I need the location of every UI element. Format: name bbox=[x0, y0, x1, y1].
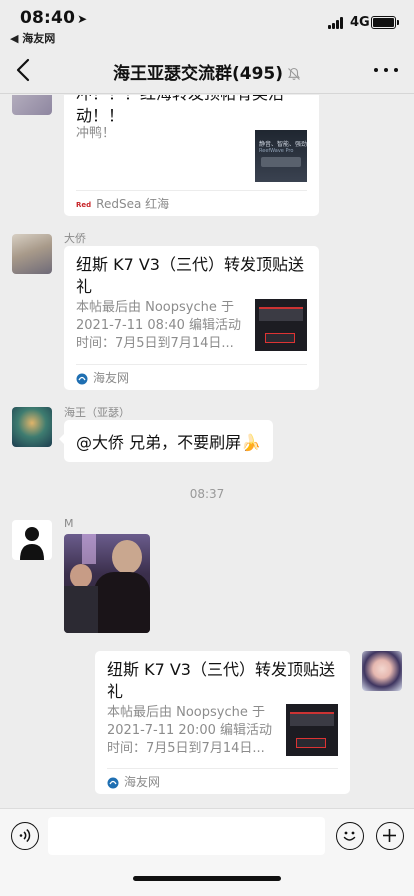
message-input[interactable] bbox=[48, 817, 325, 855]
back-to-app-link[interactable]: ◀ 海友网 bbox=[10, 30, 55, 46]
sender-name: 海王（亚瑟） bbox=[64, 406, 130, 419]
plus-icon bbox=[383, 829, 396, 842]
card-description-line: 2021-7-11 20:00 编辑活动 bbox=[107, 723, 273, 738]
battery-icon bbox=[371, 16, 399, 29]
card-source: 海友网 bbox=[107, 768, 338, 794]
emoji-icon bbox=[343, 831, 356, 841]
link-card[interactable]: 纽斯 K7 V3（三代）转发顶贴送礼 本帖最后由 Noopsyche 于 202… bbox=[95, 651, 350, 794]
product-image bbox=[261, 157, 301, 167]
status-time: 08:40 ➤ bbox=[20, 8, 87, 28]
signal-icon bbox=[328, 17, 346, 29]
photo-subject bbox=[112, 540, 142, 574]
card-source-text: 海友网 bbox=[93, 371, 130, 385]
avatar[interactable] bbox=[12, 234, 52, 274]
card-title: 冲！！！红海转发顶帖有奖活动！！ bbox=[76, 95, 284, 125]
chat-header: 海王亚瑟交流群(495) bbox=[0, 46, 414, 94]
location-arrow-icon: ➤ bbox=[77, 12, 88, 26]
chat-title: 海王亚瑟交流群(495) bbox=[0, 59, 414, 84]
photo-subject bbox=[64, 586, 98, 633]
chat-title-text: 海王亚瑟交流群(495) bbox=[112, 64, 284, 84]
photo-subject bbox=[94, 572, 150, 633]
avatar[interactable] bbox=[12, 520, 52, 560]
card-thumbnail: 静音、智能、强劲 ReefWave Pro bbox=[255, 130, 307, 182]
link-card[interactable]: 纽斯 K7 V3（三代）转发顶贴送礼 本帖最后由 Noopsyche 于 202… bbox=[64, 246, 319, 390]
avatar[interactable] bbox=[362, 651, 402, 691]
card-description-line: 本帖最后由 Noopsyche 于 bbox=[107, 705, 265, 720]
card-title: 纽斯 K7 V3（三代）转发顶贴送礼 bbox=[107, 660, 335, 701]
card-description: 冲鸭！ bbox=[76, 126, 116, 141]
input-bar bbox=[0, 808, 414, 896]
redsea-logo-icon: Red bbox=[76, 200, 92, 209]
person-silhouette-icon bbox=[20, 527, 44, 560]
card-thumbnail bbox=[286, 704, 338, 756]
sender-name: 大侨 bbox=[64, 232, 86, 245]
product-image bbox=[259, 307, 303, 321]
emoji-button[interactable] bbox=[336, 822, 364, 850]
avatar[interactable] bbox=[12, 407, 52, 447]
card-source-text: 海友网 bbox=[124, 775, 161, 789]
product-image bbox=[290, 712, 334, 726]
text-message[interactable]: @大侨 兄弟，不要刷屏🍌 bbox=[58, 420, 274, 462]
timestamp: 08:37 bbox=[189, 487, 225, 501]
card-source: Red RedSea 红海 bbox=[76, 190, 307, 216]
card-description-line: 时间：7月5日到7月14日... bbox=[76, 336, 234, 351]
sender-name: M bbox=[64, 517, 74, 530]
more-options-button[interactable] bbox=[374, 60, 398, 80]
product-image bbox=[265, 333, 295, 343]
voice-icon bbox=[19, 828, 31, 843]
more-actions-button[interactable] bbox=[376, 822, 404, 850]
site-logo-icon bbox=[107, 777, 119, 788]
thumbnail-caption: 静音、智能、强劲 bbox=[259, 141, 307, 148]
link-card[interactable]: 冲！！！红海转发顶帖有奖活动！！ 冲鸭！ 静音、智能、强劲 ReefWave P… bbox=[64, 95, 319, 216]
product-image bbox=[296, 738, 326, 748]
mute-bell-icon bbox=[288, 67, 300, 80]
thumbnail-caption: ReefWave Pro bbox=[259, 148, 294, 154]
message-text: @大侨 兄弟，不要刷屏🍌 bbox=[76, 433, 262, 452]
card-description-line: 2021-7-11 08:40 编辑活动 bbox=[76, 318, 242, 333]
home-indicator[interactable] bbox=[133, 876, 281, 881]
status-time-text: 08:40 bbox=[20, 8, 76, 28]
image-message[interactable] bbox=[64, 534, 150, 633]
avatar[interactable] bbox=[12, 95, 52, 115]
photo-subject bbox=[70, 564, 92, 588]
card-title: 纽斯 K7 V3（三代）转发顶贴送礼 bbox=[76, 255, 304, 296]
card-thumbnail bbox=[255, 299, 307, 351]
photo-light bbox=[82, 534, 96, 564]
status-bar: 08:40 ➤ ◀ 海友网 4G bbox=[0, 0, 414, 46]
card-source-text: RedSea 红海 bbox=[96, 197, 170, 211]
network-type: 4G bbox=[350, 15, 370, 30]
voice-input-button[interactable] bbox=[11, 822, 39, 850]
card-source: 海友网 bbox=[76, 364, 307, 390]
site-logo-icon bbox=[76, 373, 88, 384]
message-list[interactable]: 冲！！！红海转发顶帖有奖活动！！ 冲鸭！ 静音、智能、强劲 ReefWave P… bbox=[0, 95, 414, 808]
card-description-line: 本帖最后由 Noopsyche 于 bbox=[76, 300, 234, 315]
card-description-line: 时间：7月5日到7月14日... bbox=[107, 741, 265, 756]
